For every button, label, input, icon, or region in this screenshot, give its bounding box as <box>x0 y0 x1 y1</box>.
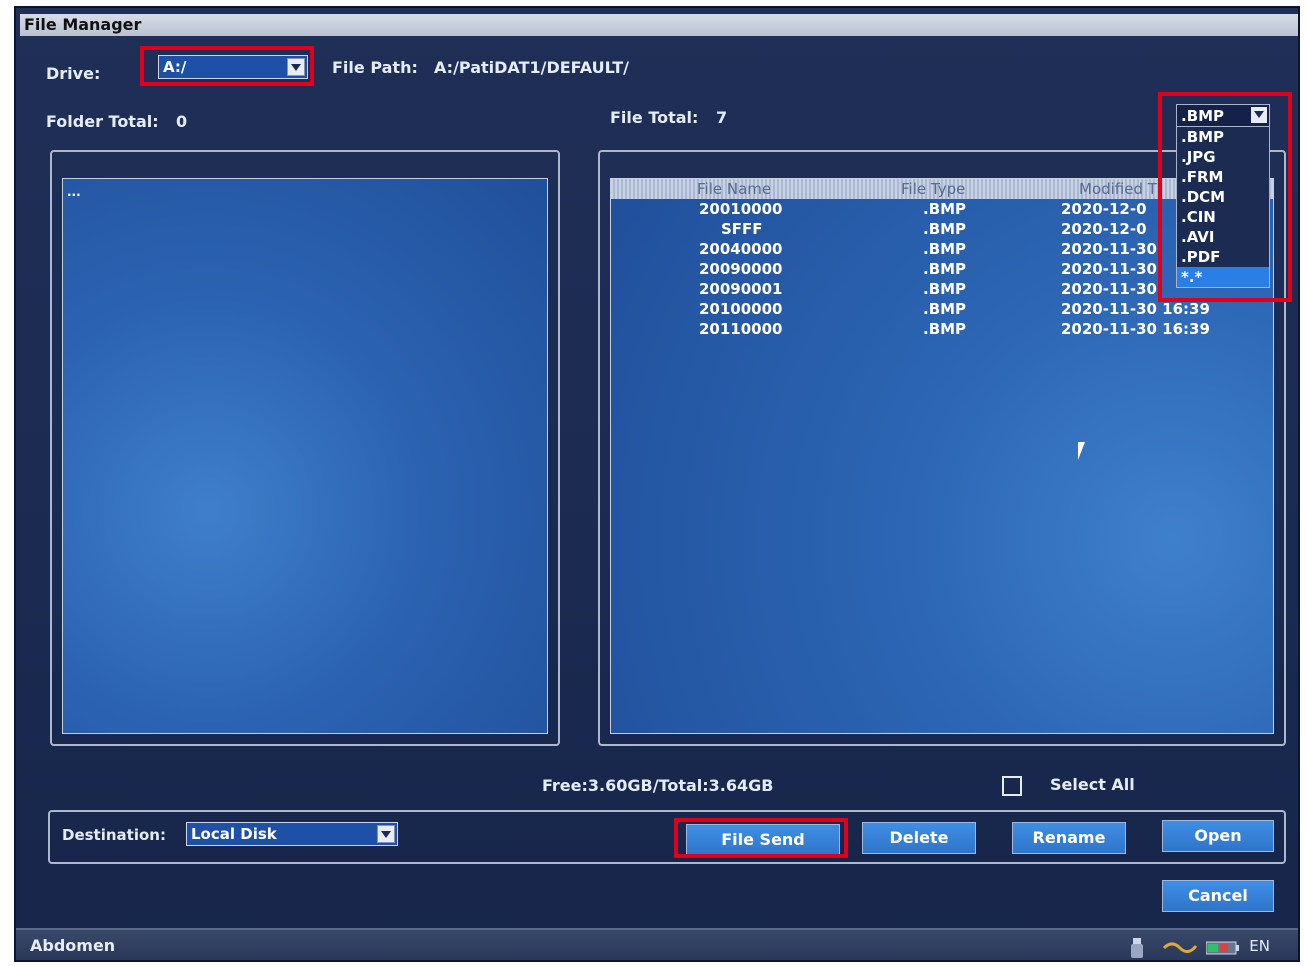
rename-button[interactable]: Rename <box>1012 822 1126 854</box>
destination-select[interactable]: Local Disk <box>186 822 398 846</box>
column-header-modified[interactable]: Modified T <box>1079 179 1157 199</box>
open-button[interactable]: Open <box>1162 820 1274 852</box>
cell-type: .BMP <box>923 260 967 278</box>
battery-icon <box>1206 941 1239 955</box>
file-path-label: File Path: <box>332 58 418 77</box>
cell-type: .BMP <box>923 320 967 338</box>
power-cable-icon <box>1162 942 1198 953</box>
select-all-label[interactable]: Select All <box>1050 775 1135 794</box>
drive-label: Drive: <box>46 64 101 83</box>
cell-type: .BMP <box>923 200 967 218</box>
file-path-value: A:/PatiDAT1/DEFAULT/ <box>434 58 629 77</box>
cell-name: 20010000 <box>699 200 783 218</box>
cell-modified: 2020-12-0 <box>1061 200 1147 218</box>
cell-modified: 2020-11-30 16:39 <box>1061 320 1210 338</box>
folder-list[interactable]: ... <box>62 178 548 734</box>
cancel-button[interactable]: Cancel <box>1162 880 1274 912</box>
destination-label: Destination: <box>62 826 166 844</box>
folder-total-label: Folder Total: <box>46 112 159 131</box>
table-row[interactable]: 20100000 .BMP 2020-11-30 16:39 <box>611 299 1273 319</box>
destination-value: Local Disk <box>191 825 277 843</box>
cell-modified: 2020-12-0 <box>1061 220 1147 238</box>
ultrasound-screen: File Manager Drive: A:/ File Path: A:/Pa… <box>14 6 1300 962</box>
cell-type: .BMP <box>923 280 967 298</box>
window-title: File Manager <box>20 14 1298 36</box>
column-header-type[interactable]: File Type <box>901 179 965 199</box>
highlight-file-send-button <box>674 818 848 858</box>
cell-name: 20090001 <box>699 280 783 298</box>
cell-name: 20090000 <box>699 260 783 278</box>
cell-type: .BMP <box>923 220 967 238</box>
cell-modified: 2020-11-30 <box>1061 260 1157 278</box>
highlight-filter-dropdown <box>1158 92 1292 302</box>
cell-name: 20040000 <box>699 240 783 258</box>
file-total-label: File Total: <box>610 108 699 127</box>
file-total-value: 7 <box>716 108 728 127</box>
cell-modified: 2020-11-30 <box>1061 280 1157 298</box>
chevron-down-icon <box>377 825 395 843</box>
storage-info: Free:3.60GB/Total:3.64GB <box>542 776 774 795</box>
cell-name: 20100000 <box>699 300 783 318</box>
mouse-cursor-icon <box>1078 442 1085 460</box>
folder-total-value: 0 <box>176 112 188 131</box>
cell-modified: 2020-11-30 <box>1061 240 1157 258</box>
cell-type: .BMP <box>923 240 967 258</box>
table-row[interactable]: 20110000 .BMP 2020-11-30 16:39 <box>611 319 1273 339</box>
status-bar: Abdomen EN <box>16 928 1298 960</box>
cell-name: 20110000 <box>699 320 783 338</box>
language-indicator[interactable]: EN <box>1249 937 1270 955</box>
select-all-checkbox[interactable] <box>1002 776 1022 796</box>
exam-mode: Abdomen <box>30 936 116 955</box>
delete-button[interactable]: Delete <box>862 822 976 854</box>
cell-type: .BMP <box>923 300 967 318</box>
list-item[interactable]: ... <box>67 185 81 199</box>
column-header-name[interactable]: File Name <box>697 179 771 199</box>
highlight-drive-select <box>140 46 314 86</box>
cell-modified: 2020-11-30 16:39 <box>1061 300 1210 318</box>
cell-name: SFFF <box>721 220 763 238</box>
usb-icon <box>1131 938 1143 958</box>
